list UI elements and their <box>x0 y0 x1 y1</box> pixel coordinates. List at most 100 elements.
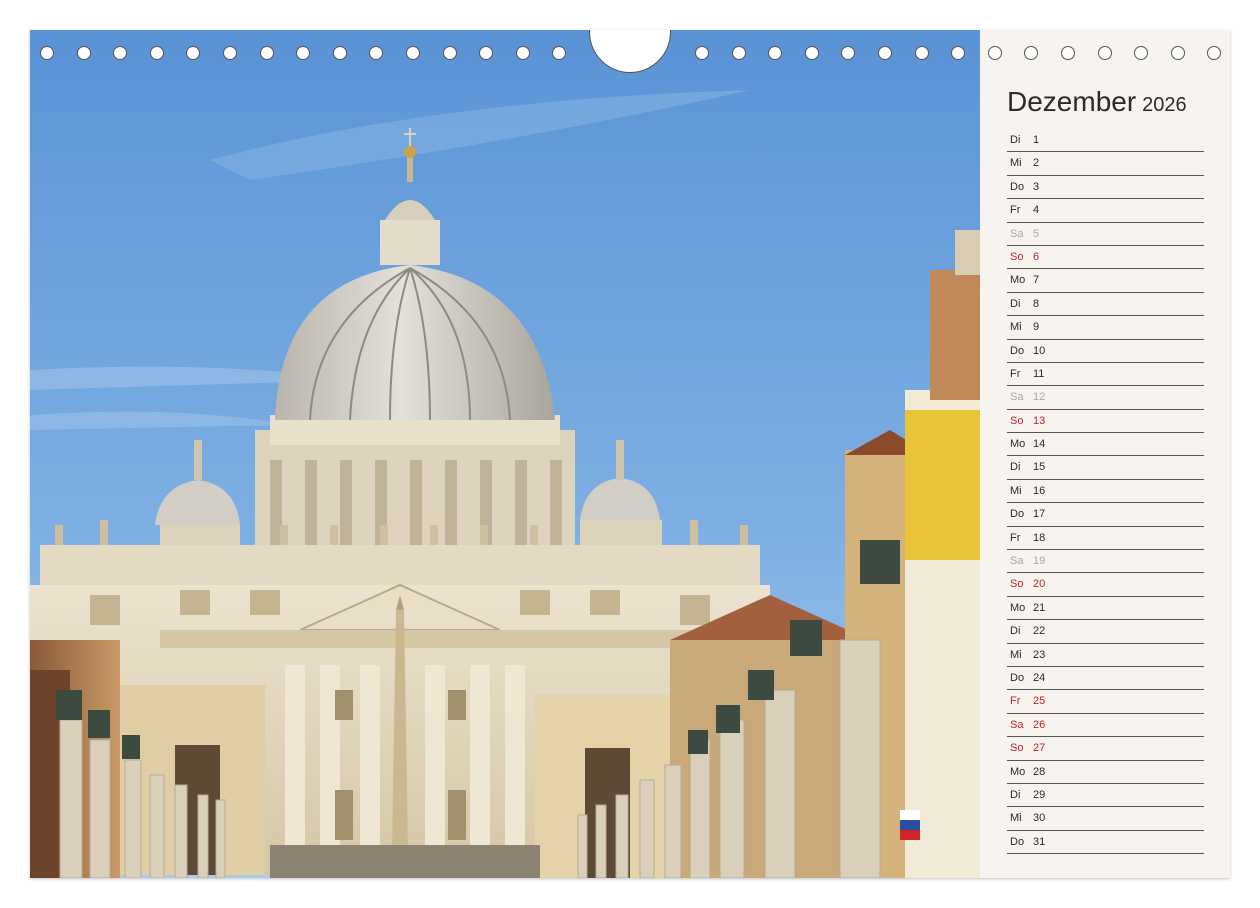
day-number: 24 <box>1033 671 1046 684</box>
weekday-label: Sa <box>1010 391 1024 404</box>
binding-hole <box>1061 46 1075 60</box>
weekday-label: Mo <box>1010 274 1026 287</box>
weekday-label: Sa <box>1010 555 1024 568</box>
day-number: 17 <box>1033 508 1046 521</box>
binding-hole <box>878 46 892 60</box>
day-row: Fr 18 <box>1007 527 1204 551</box>
weekday-label: Fr <box>1010 695 1021 708</box>
binding-hole <box>515 46 530 60</box>
calendar-column: Dezember 2026 Di 1 Mi 2 Do 3 Fr 4 Sa 5 So 6 Mo 7 Di 8 Mi 9… <box>980 30 1230 878</box>
binding-hole <box>987 46 1002 60</box>
day-row: Mo 14 <box>1007 433 1204 457</box>
binding-hole <box>223 46 237 60</box>
day-number: 14 <box>1033 438 1046 451</box>
day-row: Di 1 <box>1007 129 1204 153</box>
weekday-label: Do <box>1010 671 1025 684</box>
weekday-label: Di <box>1010 134 1021 146</box>
day-row: Mi 23 <box>1007 644 1204 667</box>
day-row: Mo 21 <box>1007 597 1204 621</box>
binding-hole <box>76 46 91 60</box>
day-row: Di 22 <box>1007 620 1204 644</box>
day-row: Fr 25 <box>1007 690 1204 714</box>
day-row: Sa 19 <box>1007 550 1204 574</box>
day-number: 8 <box>1033 297 1040 310</box>
day-row: Mi 30 <box>1007 807 1204 831</box>
day-number: 4 <box>1033 204 1040 217</box>
weekday-label: Mi <box>1010 321 1022 334</box>
day-number: 21 <box>1033 601 1046 614</box>
day-row: Sa 26 <box>1007 714 1204 738</box>
weekday-label: Di <box>1010 788 1021 801</box>
day-row: So 13 <box>1007 410 1204 434</box>
basilica-photo <box>30 30 980 878</box>
weekday-label: Di <box>1010 297 1021 310</box>
day-number: 13 <box>1033 414 1046 427</box>
day-row: Mi 16 <box>1007 480 1204 504</box>
day-number: 28 <box>1033 765 1046 778</box>
day-number: 7 <box>1033 274 1040 287</box>
weekday-label: Mi <box>1010 812 1022 825</box>
day-row: Mo 28 <box>1007 761 1204 784</box>
day-number: 12 <box>1033 391 1046 404</box>
weekday-label: Do <box>1010 344 1025 357</box>
day-row: Di 8 <box>1007 293 1204 317</box>
weekday-label: Mi <box>1010 157 1022 170</box>
binding-hole <box>442 46 457 60</box>
binding-hole <box>731 46 746 60</box>
weekday-label: So <box>1010 578 1024 591</box>
day-row: Fr 11 <box>1007 363 1204 387</box>
day-number: 29 <box>1033 788 1046 801</box>
day-row: Di 29 <box>1007 784 1204 808</box>
day-number: 20 <box>1033 578 1046 591</box>
day-number: 31 <box>1033 835 1046 848</box>
weekday-label: Mo <box>1010 765 1026 778</box>
weekday-label: Mi <box>1010 484 1022 497</box>
day-row: Mo 7 <box>1007 269 1204 293</box>
binding-hole <box>695 46 709 60</box>
weekday-label: Do <box>1010 835 1025 848</box>
weekday-label: So <box>1010 742 1024 755</box>
day-number: 25 <box>1033 695 1046 708</box>
binding-hole <box>406 46 420 60</box>
weekday-label: Di <box>1010 461 1021 474</box>
binding-hole <box>149 46 164 60</box>
weekday-label: So <box>1010 250 1024 263</box>
weekday-label: Do <box>1010 508 1025 521</box>
day-number: 11 <box>1033 367 1045 380</box>
day-row: Do 10 <box>1007 340 1204 363</box>
day-number: 6 <box>1033 250 1040 263</box>
weekday-label: Sa <box>1010 227 1024 240</box>
weekday-label: Di <box>1010 625 1021 638</box>
binding-hole <box>914 46 929 60</box>
day-number: 22 <box>1033 625 1046 638</box>
binding-hole <box>40 46 54 60</box>
day-row: Sa 12 <box>1007 386 1204 410</box>
day-number: 3 <box>1033 180 1040 193</box>
day-number: 2 <box>1033 157 1040 170</box>
day-row: Mi 9 <box>1007 316 1204 340</box>
day-number: 9 <box>1033 321 1040 334</box>
day-number: 10 <box>1033 344 1046 357</box>
month-title: Dezember 2026 <box>1007 82 1187 119</box>
day-number: 30 <box>1033 812 1046 825</box>
binding-hole <box>804 46 819 60</box>
day-row: Sa 5 <box>1007 223 1204 246</box>
day-row: Do 3 <box>1007 176 1204 200</box>
day-number: 15 <box>1033 461 1046 474</box>
day-number: 27 <box>1033 742 1046 755</box>
weekday-label: Fr <box>1010 204 1021 217</box>
weekday-label: Sa <box>1010 718 1024 731</box>
day-number: 5 <box>1033 227 1040 240</box>
weekday-label: Do <box>1010 180 1025 193</box>
weekday-label: Fr <box>1010 367 1021 380</box>
day-number: 23 <box>1033 648 1046 661</box>
binding-hole <box>332 46 347 60</box>
binding-hole <box>259 46 274 60</box>
day-row: So 27 <box>1007 737 1204 761</box>
day-row: Fr 4 <box>1007 199 1204 223</box>
day-number: 26 <box>1033 718 1046 731</box>
calendar-page: Dezember 2026 Di 1 Mi 2 Do 3 Fr 4 Sa 5 So 6 Mo 7 Di 8 Mi 9… <box>30 30 1230 878</box>
day-row: Di 15 <box>1007 456 1204 480</box>
weekday-label: Mo <box>1010 601 1026 614</box>
year: 2026 <box>1142 94 1187 116</box>
